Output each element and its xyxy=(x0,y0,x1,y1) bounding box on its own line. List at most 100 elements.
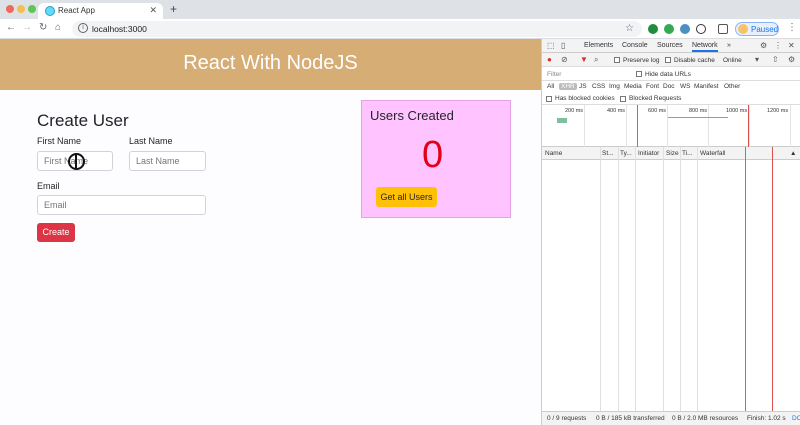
back-icon[interactable]: ← xyxy=(6,22,16,33)
extension-block-icon[interactable] xyxy=(696,24,706,34)
hide-data-urls-checkbox[interactable] xyxy=(636,71,642,77)
type-ws[interactable]: WS xyxy=(678,83,692,90)
col-waterfall[interactable]: Waterfall xyxy=(700,150,725,157)
type-font[interactable]: Font xyxy=(644,83,661,90)
throttle-chevron-down-icon[interactable]: ▾ xyxy=(755,55,759,64)
import-icon[interactable]: ⇧ xyxy=(772,55,779,64)
menu-icon[interactable]: ⋮ xyxy=(787,22,797,33)
has-blocked-cookies-checkbox[interactable] xyxy=(546,96,552,102)
filter-row: Filter Hide data URLs xyxy=(542,67,800,81)
network-status-bar: 0 / 9 requests 0 B / 185 kB transferred … xyxy=(542,411,800,425)
profile-status: Paused xyxy=(751,25,779,34)
cast-icon[interactable] xyxy=(718,24,728,34)
col-name[interactable]: Name xyxy=(545,150,562,157)
type-all[interactable]: All xyxy=(545,83,556,90)
col-size[interactable]: Size xyxy=(666,150,679,157)
network-overview-timeline[interactable]: 200 ms 400 ms 600 ms 800 ms 1000 ms 1200… xyxy=(542,105,800,147)
type-other[interactable]: Other xyxy=(722,83,742,90)
filter-input[interactable]: Filter xyxy=(545,70,630,79)
create-button[interactable]: Create xyxy=(37,223,75,242)
network-settings-icon[interactable]: ⚙ xyxy=(788,55,795,64)
maximize-window-button[interactable] xyxy=(28,5,36,13)
avatar xyxy=(738,24,748,34)
type-js[interactable]: JS xyxy=(577,83,589,90)
close-window-button[interactable] xyxy=(6,5,14,13)
minimize-window-button[interactable] xyxy=(17,5,25,13)
type-css[interactable]: CSS xyxy=(590,83,607,90)
browser-toolbar: ← → ↻ ⌂ i localhost:3000 ☆ Paused ⋮ xyxy=(0,19,800,39)
more-tabs-icon[interactable]: » xyxy=(727,42,731,49)
inspect-icon[interactable]: ⬚ xyxy=(547,41,555,50)
clear-icon[interactable]: ⊘ xyxy=(561,55,568,64)
tick-label: 800 ms xyxy=(689,108,708,114)
resources-size: 0 B / 2.0 MB resources xyxy=(672,415,739,422)
reload-icon[interactable]: ↻ xyxy=(39,22,47,33)
extension-link-icon[interactable] xyxy=(680,24,690,34)
info-icon[interactable]: i xyxy=(78,23,88,33)
devtools-tab-bar: ⬚ ▯ Elements Console Sources Network » ⚙… xyxy=(542,39,800,53)
forward-icon[interactable]: → xyxy=(22,22,32,33)
tab-title: React App xyxy=(58,6,95,15)
transferred-size: 0 B / 185 kB transferred xyxy=(596,415,665,422)
col-initiator[interactable]: Initiator xyxy=(638,150,659,157)
timeline-request-bar xyxy=(557,118,567,123)
tab-console[interactable]: Console xyxy=(622,42,648,49)
type-doc[interactable]: Doc xyxy=(661,83,677,90)
sort-arrow-icon[interactable]: ▲ xyxy=(790,150,796,157)
requests-count: 0 / 9 requests xyxy=(547,415,587,422)
page-banner: React With NodeJS xyxy=(0,39,541,90)
tab-sources[interactable]: Sources xyxy=(657,42,683,49)
tab-close-icon[interactable]: ✕ xyxy=(149,5,157,16)
type-xhr[interactable]: XHR xyxy=(559,83,577,90)
profile-button[interactable]: Paused xyxy=(735,22,779,36)
dom-content-loaded-abbrev: DC xyxy=(792,415,800,422)
record-icon[interactable]: ● xyxy=(547,55,552,64)
search-icon[interactable]: ⌕ xyxy=(594,55,598,65)
hide-data-urls-label: Hide data URLs xyxy=(645,71,691,78)
devtools-panel: ⬚ ▯ Elements Console Sources Network » ⚙… xyxy=(541,39,800,425)
col-type[interactable]: Ty... xyxy=(620,150,632,157)
type-media[interactable]: Media xyxy=(622,83,644,90)
device-toggle-icon[interactable]: ▯ xyxy=(561,41,565,50)
tick-label: 400 ms xyxy=(607,108,626,114)
address-url: localhost:3000 xyxy=(92,24,147,34)
type-img[interactable]: Img xyxy=(607,83,622,90)
network-toolbar: ● ⊘ ▼ ⌕ Preserve log Disable cache Onlin… xyxy=(542,53,800,67)
extension-grammar-icon[interactable] xyxy=(664,24,674,34)
devtools-close-icon[interactable]: ✕ xyxy=(788,41,795,50)
has-blocked-cookies-label: Has blocked cookies xyxy=(555,95,615,102)
tab-elements[interactable]: Elements xyxy=(584,42,613,49)
new-tab-icon[interactable]: + xyxy=(170,2,177,16)
email-input[interactable] xyxy=(37,195,206,215)
users-count: 0 xyxy=(422,134,444,176)
tick-label: 1200 ms xyxy=(767,108,789,114)
col-status[interactable]: St... xyxy=(602,150,614,157)
blocked-requests-checkbox[interactable] xyxy=(620,96,626,102)
get-all-users-button[interactable]: Get all Users xyxy=(376,187,437,207)
devtools-menu-icon[interactable]: ⋮ xyxy=(774,41,782,50)
filter-placeholder: Filter xyxy=(547,71,562,78)
timeline-request-line xyxy=(668,117,728,118)
column-divider xyxy=(697,147,698,412)
extension-shield-icon[interactable] xyxy=(648,24,658,34)
preserve-log-checkbox[interactable] xyxy=(614,57,620,63)
type-filter-row: All XHR JS CSS Img Media Font Doc WS Man… xyxy=(542,81,800,93)
last-name-input[interactable] xyxy=(129,151,206,171)
disable-cache-checkbox[interactable] xyxy=(665,57,671,63)
requests-table-header: Name St... Ty... Initiator Size Ti... Wa… xyxy=(542,147,800,160)
filter-icon[interactable]: ▼ xyxy=(580,55,588,64)
type-manifest[interactable]: Manifest xyxy=(692,83,721,90)
blocked-row: Has blocked cookies Blocked Requests xyxy=(542,93,800,105)
users-created-title: Users Created xyxy=(370,108,454,123)
home-icon[interactable]: ⌂ xyxy=(55,22,61,33)
col-time[interactable]: Ti... xyxy=(682,150,693,157)
tick-label: 600 ms xyxy=(648,108,667,114)
throttle-select[interactable]: Online xyxy=(723,57,742,64)
tab-network[interactable]: Network xyxy=(692,42,718,52)
tick-line xyxy=(708,105,709,147)
settings-gear-icon[interactable]: ⚙ xyxy=(760,41,767,50)
address-bar[interactable]: i localhost:3000 ☆ xyxy=(72,21,642,37)
browser-tab[interactable]: React App ✕ xyxy=(38,3,163,19)
bookmark-star-icon[interactable]: ☆ xyxy=(625,23,634,34)
last-name-label: Last Name xyxy=(129,136,173,146)
